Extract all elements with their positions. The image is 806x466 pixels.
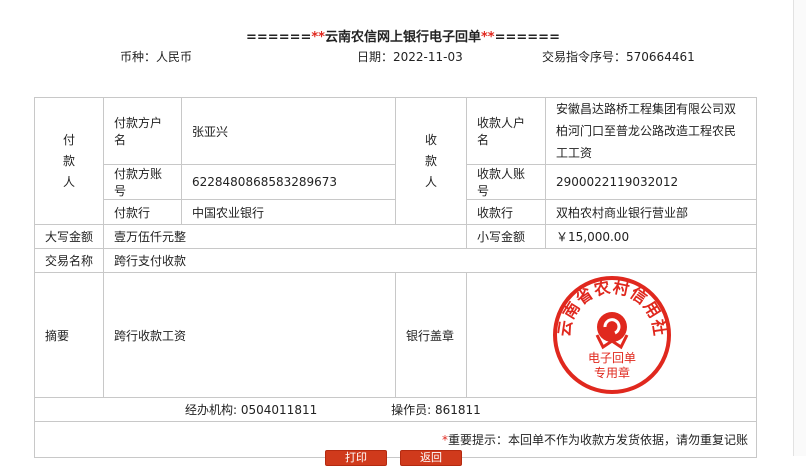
txn-no-info: 交易指令序号：570664461 xyxy=(542,48,695,65)
payee-name-value: 安徽昌达路桥工程集团有限公司双柏河门口至普龙公路改造工程农民工工资 xyxy=(545,97,757,165)
amount-lower-value: ￥15,000.00 xyxy=(545,224,757,249)
title-prefix: ====== xyxy=(246,30,312,45)
memo-value: 跨行收款工资 xyxy=(103,272,396,398)
amount-lower-label: 小写金额 xyxy=(466,224,546,249)
title-star-left: ** xyxy=(311,30,325,45)
txn-name-label: 交易名称 xyxy=(34,248,104,273)
operator-info: 经办机构: 0504011811 操作员: 861811 xyxy=(34,397,757,422)
payer-bank-label: 付款行 xyxy=(103,199,182,225)
txn-no-label: 交易指令序号： xyxy=(542,50,627,64)
payee-bank-label: 收款行 xyxy=(466,199,546,225)
payer-name-label: 付款方户名 xyxy=(103,97,182,165)
payee-account-value: 2900022119032012 xyxy=(545,164,757,200)
payee-name-label: 收款人户名 xyxy=(466,97,546,165)
seal-line-1: 电子回单 xyxy=(587,351,635,365)
org-label: 经办机构: xyxy=(185,403,238,417)
date-label: 日期： xyxy=(357,50,394,64)
footer-row: 经办机构: 0504011811 操作员: 861811 xyxy=(34,397,757,422)
title-star-right: ** xyxy=(481,30,495,45)
txn-name-row: 交易名称 跨行支付收款 xyxy=(34,248,757,273)
memo-row: 摘要 跨行收款工资 银行盖章 云南省农村信用社 电子回单 专用章 xyxy=(34,272,757,398)
payee-section-label: 收 款 人 xyxy=(395,97,467,225)
seal-label: 银行盖章 xyxy=(395,272,467,398)
txn-no-value: 570664461 xyxy=(626,50,695,64)
org-value: 0504011811 xyxy=(240,403,318,417)
print-button[interactable]: 打印 xyxy=(325,450,387,466)
amount-upper-label: 大写金额 xyxy=(34,224,104,249)
currency-value: 人民币 xyxy=(156,50,193,64)
txn-name-value: 跨行支付收款 xyxy=(103,248,757,273)
currency-info: 币种：人民币 xyxy=(120,48,192,65)
seal-cell: 云南省农村信用社 电子回单 专用章 xyxy=(466,272,757,398)
amount-upper-value: 壹万伍仟元整 xyxy=(103,224,467,249)
receipt-title: ======**云南农信网上银行电子回单**====== xyxy=(0,26,806,45)
payer-account-label: 付款方账号 xyxy=(103,164,182,200)
operator-label: 操作员: xyxy=(391,403,432,417)
window-scrollbar-edge[interactable] xyxy=(793,0,806,456)
back-button[interactable]: 返回 xyxy=(400,450,462,466)
seal-emblem-icon xyxy=(595,312,628,350)
payer-section-label: 付 款 人 xyxy=(34,97,104,225)
date-info: 日期：2022-11-03 xyxy=(357,48,463,65)
payer-name-value: 张亚兴 xyxy=(181,97,396,165)
currency-label: 币种： xyxy=(120,50,157,64)
date-value: 2022-11-03 xyxy=(393,50,463,64)
receipt-table: 付 款 人 付款方户名 张亚兴 收 款 人 收款人户名 安徽昌达路桥工程集团有限… xyxy=(34,97,757,458)
notice-row: *重要提示：本回单不作为收款方发货依据，请勿重复记账 xyxy=(34,421,757,458)
payee-bank-value: 双柏农村商业银行营业部 xyxy=(545,199,757,225)
title-text: 云南农信网上银行电子回单 xyxy=(324,30,481,45)
notice-text: 重要提示：本回单不作为收款方发货依据，请勿重复记账 xyxy=(447,433,748,447)
bank-seal-stamp: 云南省农村信用社 电子回单 专用章 xyxy=(552,276,671,394)
payee-account-label: 收款人账号 xyxy=(466,164,546,200)
operator-value: 861811 xyxy=(434,403,481,417)
seal-line-2: 专用章 xyxy=(593,365,629,380)
memo-label: 摘要 xyxy=(34,272,104,398)
payer-name-row: 付 款 人 付款方户名 张亚兴 收 款 人 收款人户名 安徽昌达路桥工程集团有限… xyxy=(34,97,757,225)
payer-account-value: 6228480868583289673 xyxy=(181,164,396,200)
title-suffix: ====== xyxy=(494,30,560,45)
payer-bank-value: 中国农业银行 xyxy=(181,199,396,225)
important-notice: *重要提示：本回单不作为收款方发货依据，请勿重复记账 xyxy=(34,421,757,458)
amount-row: 大写金额 壹万伍仟元整 小写金额 ￥15,000.00 xyxy=(34,224,757,249)
